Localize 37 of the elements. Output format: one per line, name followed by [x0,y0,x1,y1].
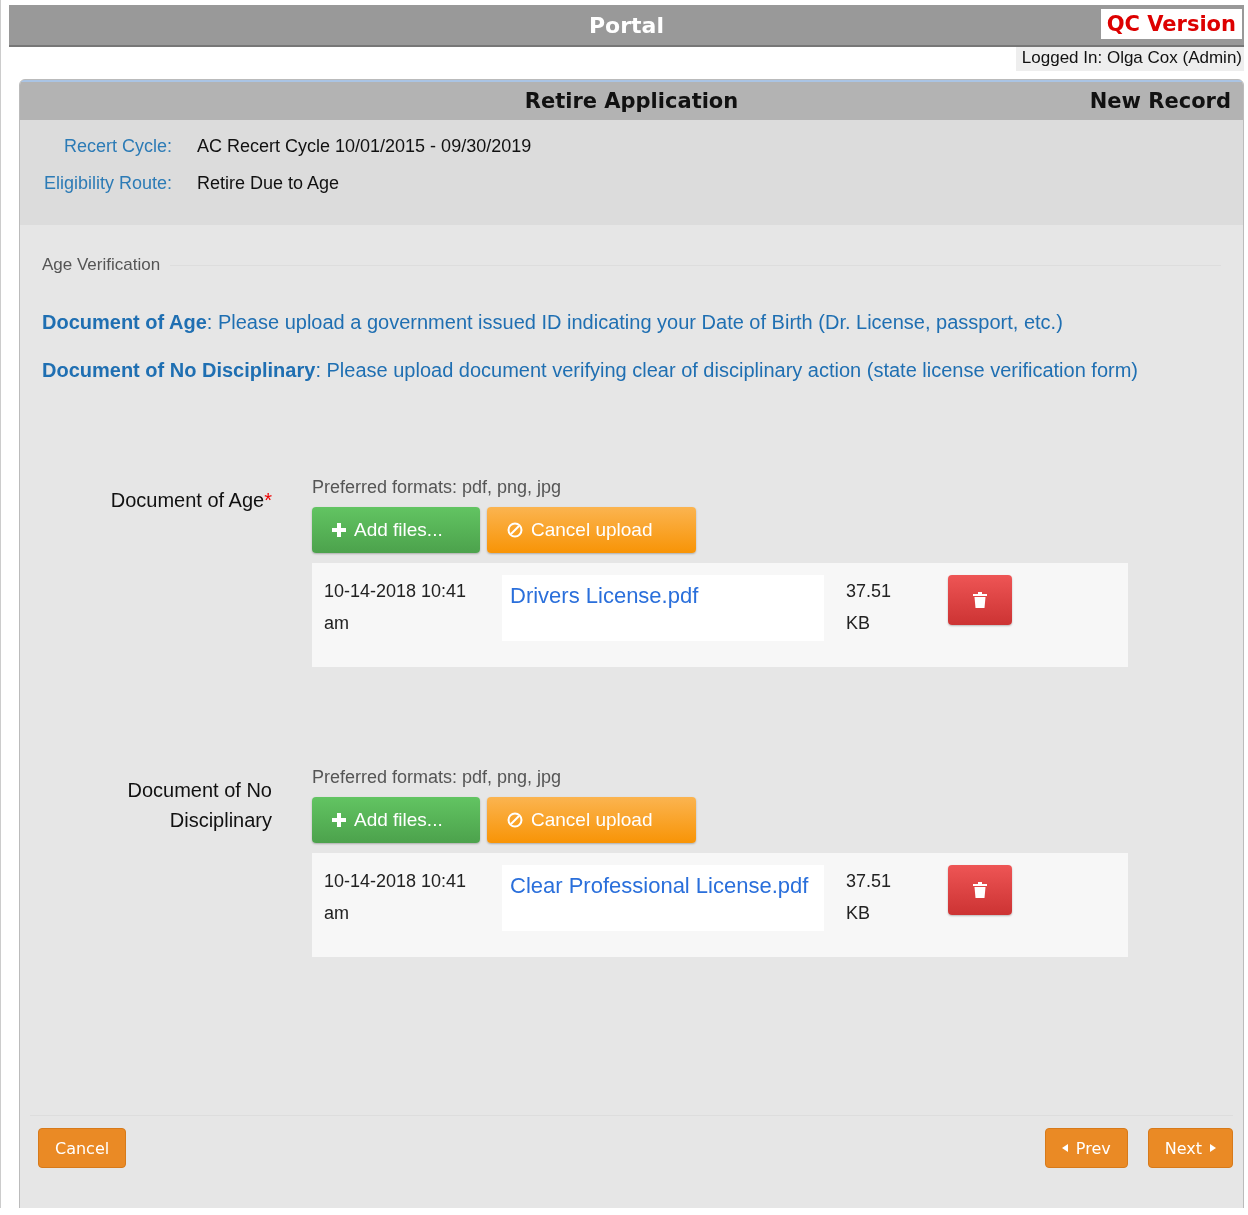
prev-button[interactable]: Prev [1044,1128,1128,1168]
cancel-upload-button[interactable]: Cancel upload [487,507,696,553]
plus-icon [332,523,346,537]
field-label: Document of No Disciplinary [126,778,272,833]
file-size: 37.51 KB [846,870,893,925]
instruction-text: Document of Age: Please upload a government issued ID indicating your Date of Birth (Dr. License, passport, etc.) [42,310,1064,335]
add-files-button[interactable]: Add files... [312,507,480,553]
file-size: 37.51 KB [846,580,893,635]
next-button[interactable]: Next [1147,1128,1233,1168]
instruction-text: Document of No Disciplinary: Please upload document verifying clear of disciplinary action (state license verification form) [42,358,1139,383]
caret-left-icon [1061,1144,1068,1152]
trash-icon [973,592,987,608]
version-badge: QC Version [1100,9,1242,39]
prohibited-icon [507,522,523,538]
info-value: AC Recert Cycle 10/01/2015 - 09/30/2019 [197,136,533,157]
panel-title: Retire Application [524,89,739,113]
info-value: Retire Due to Age [197,173,341,194]
trash-icon [973,882,987,898]
field-label: Document of Age* [109,488,272,513]
cancel-button[interactable]: Cancel [38,1128,127,1168]
info-label: Recert Cycle: [62,136,172,157]
delete-button[interactable] [948,865,1012,915]
info-label: Eligibility Route: [42,173,172,194]
caret-right-icon [1210,1144,1216,1152]
cancel-upload-button[interactable]: Cancel upload [487,797,696,843]
file-date: 10-14-2018 10:41 am [324,870,468,925]
app-title: Portal [589,12,664,38]
file-date: 10-14-2018 10:41 am [324,580,468,635]
section-title: Age Verification [42,255,161,275]
logged-in-text: Logged In: Olga Cox (Admin) [1015,47,1244,71]
add-files-button[interactable]: Add files... [312,797,480,843]
record-status: New Record [1089,89,1231,113]
delete-button[interactable] [948,575,1012,625]
prohibited-icon [507,812,523,828]
formats-hint: Preferred formats: pdf, png, jpg [312,767,563,788]
formats-hint: Preferred formats: pdf, png, jpg [312,477,563,498]
plus-icon [332,813,346,827]
